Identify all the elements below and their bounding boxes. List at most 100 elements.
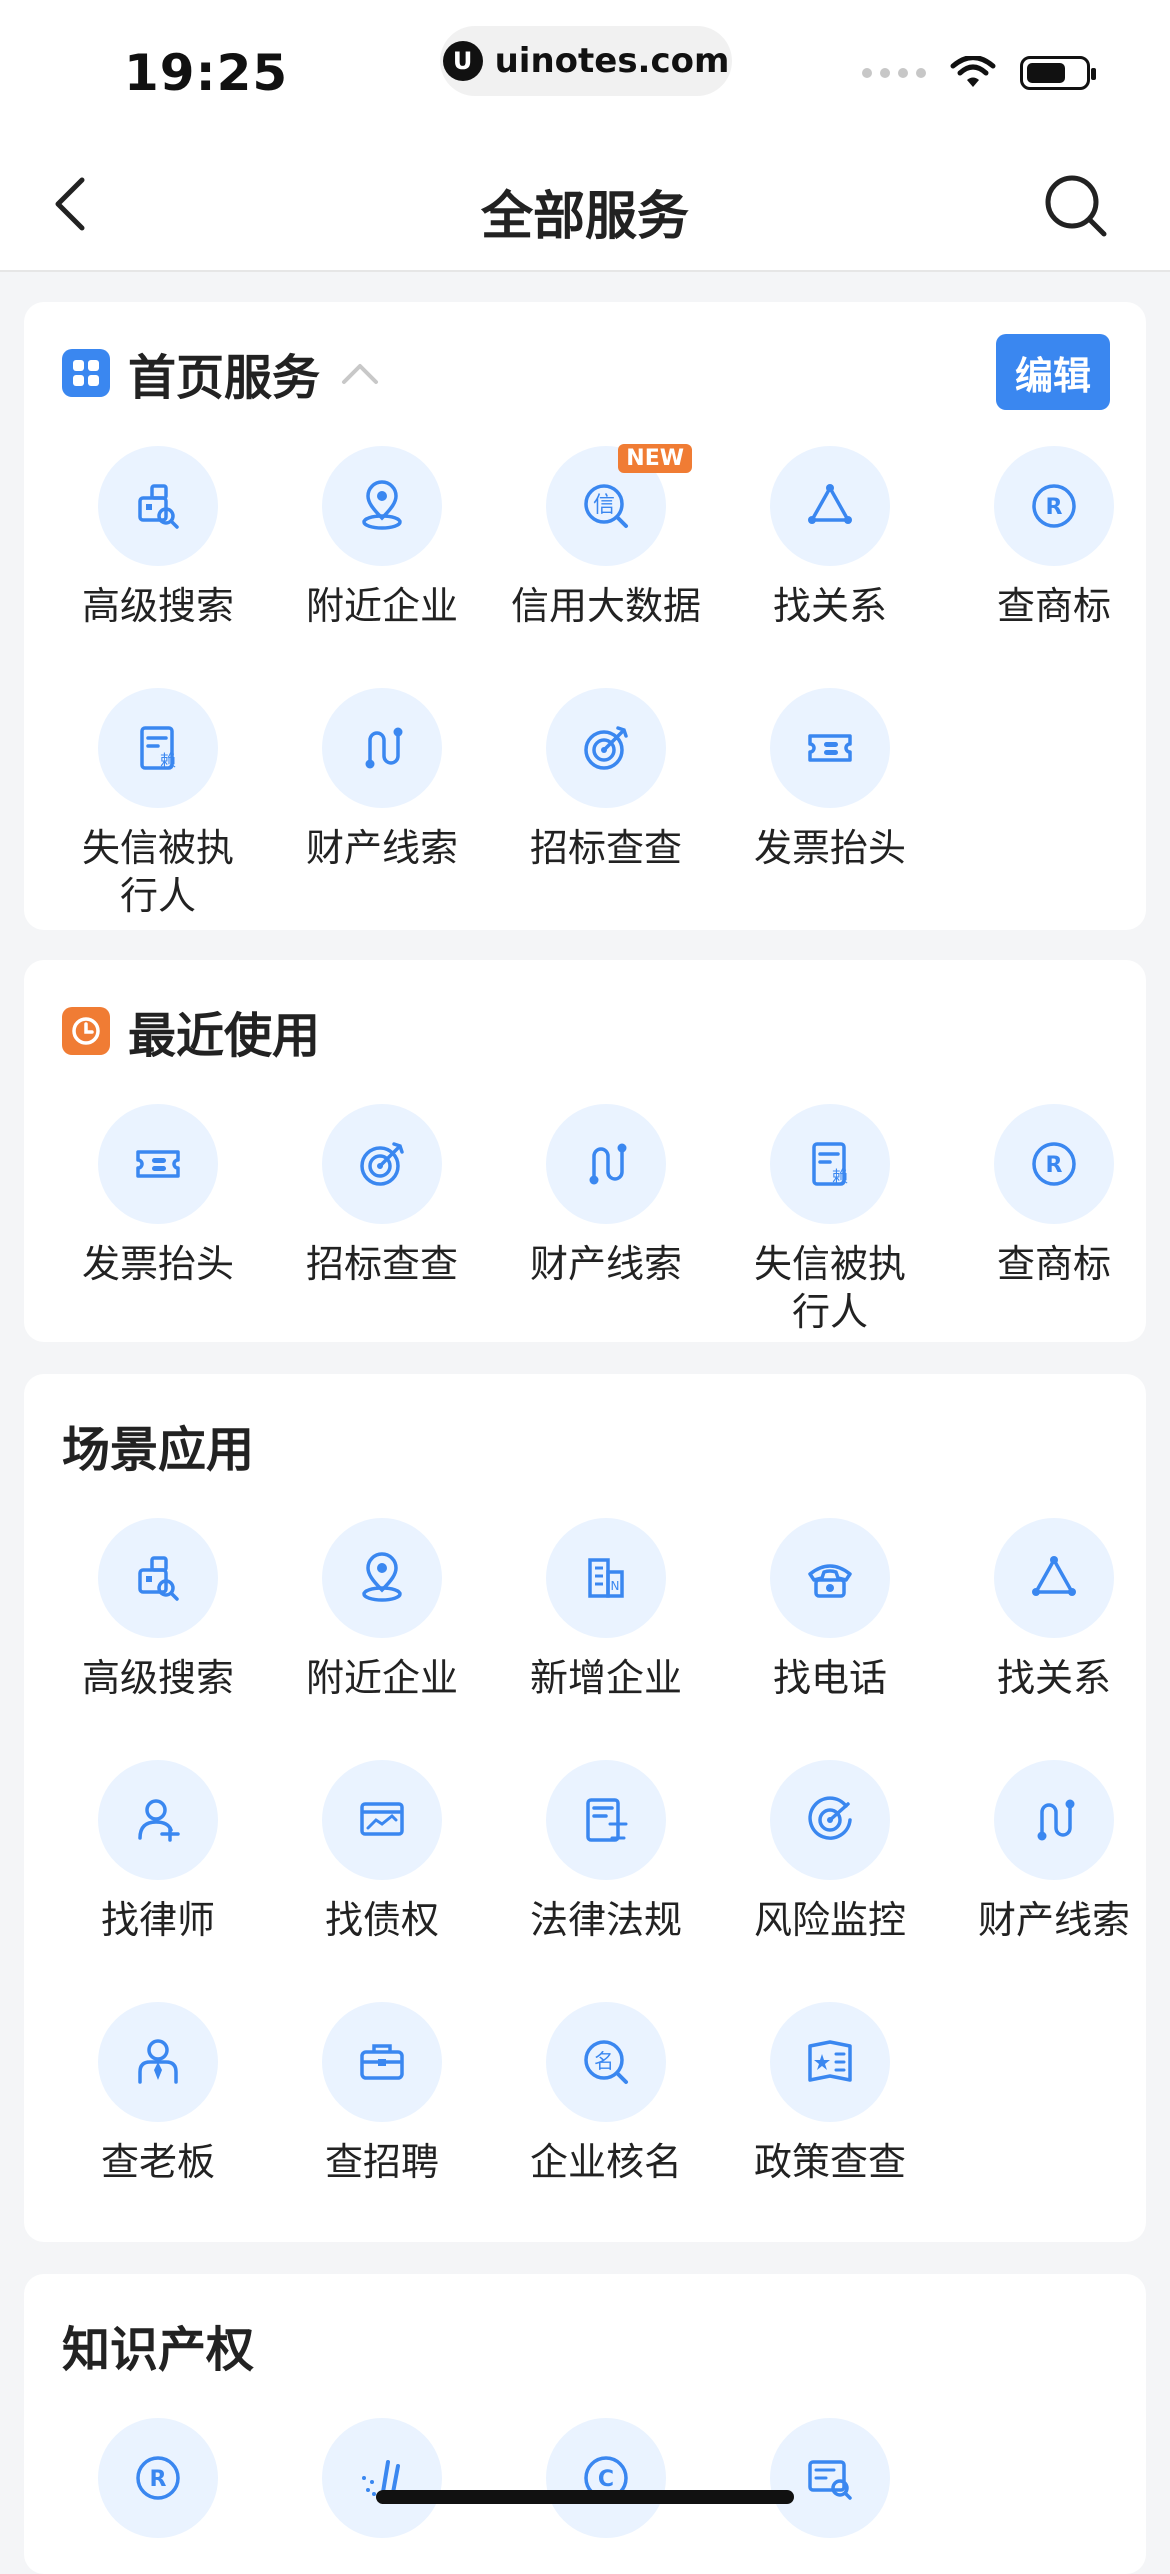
service-item[interactable]: 风险监控 [718,1760,942,1944]
home-indicator [376,2490,794,2504]
advanced-search-icon [138,484,179,529]
service-label: 企业核名 [529,2140,682,2184]
service-icon-bg [770,446,890,566]
name-check-icon: 名 [584,2040,628,2084]
service-label: 信用大数据 [510,584,701,628]
site-logo-icon: U [442,41,483,81]
service-item[interactable]: 赖失信被执 行人 [718,1104,942,1336]
service-item[interactable]: 发票抬头 [46,1104,270,1288]
relationship-icon [1032,1556,1076,1596]
service-icon-bg [322,446,442,566]
wifi-icon [950,56,996,87]
service-item[interactable] [718,2418,942,2538]
service-label: 找关系 [772,584,887,628]
service-icon-bg: 赖 [770,1104,890,1224]
law-icon [586,1798,628,1842]
status-time: 19:25 [124,44,289,102]
service-icon-bg [322,1760,442,1880]
service-icon-bg [322,1518,442,1638]
chevron-up-icon[interactable] [338,358,382,388]
credit-data-icon: 信 [584,484,628,528]
service-icon-bg [770,1760,890,1880]
service-label: 发票抬头 [753,826,906,870]
service-item[interactable]: 政策查查 [718,2002,942,2186]
service-item[interactable]: 发票抬头 [718,688,942,872]
service-item[interactable]: 找律师 [46,1760,270,1944]
service-item[interactable]: 找关系 [942,1518,1166,1702]
recent-header: 最近使用 [62,996,320,1066]
service-label: 财产线索 [977,1898,1130,1942]
service-item[interactable]: 附近企业 [270,446,494,630]
recent-card: 最近使用 发票抬头 招标查查 财产线索赖失信被执 行人 R 查商标 [24,960,1146,1342]
service-item[interactable]: 高级搜索 [46,1518,270,1702]
service-icon-bg [98,1104,218,1224]
service-label: 财产线索 [305,826,458,870]
service-item[interactable]: C [494,2418,718,2538]
risk-radar-icon [808,1796,852,1840]
service-icon-bg: R [994,446,1114,566]
service-item[interactable]: 名企业核名 [494,2002,718,2186]
apps-grid-icon [62,349,110,397]
home-services-title: 首页服务 [128,350,321,406]
ip-card: 知识产权 R C [24,2274,1146,2574]
battery-icon [1020,56,1096,90]
service-label: 查商标 [996,584,1111,628]
service-item[interactable]: 信 NEW 信用大数据 [494,444,718,630]
search-icon[interactable] [1044,174,1108,238]
asset-clue-icon [1037,1799,1075,1841]
service-icon-bg [546,688,666,808]
service-icon-bg: R [98,2418,218,2538]
edit-button[interactable]: 编辑 [996,334,1110,410]
service-icon-bg: R [994,1104,1114,1224]
service-item[interactable]: 财产线索 [494,1104,718,1288]
service-item[interactable]: 找电话 [718,1518,942,1702]
trademark-icon: R [1032,484,1076,528]
service-icon-bg [770,1518,890,1638]
bidding-target-icon [360,1142,404,1186]
service-item[interactable]: 财产线索 [942,1760,1166,1944]
service-item[interactable]: N 新增企业 [494,1518,718,1702]
policy-icon [808,2040,852,2082]
asset-clue-icon [589,1143,627,1185]
service-item[interactable]: 找债权 [270,1760,494,1944]
service-item[interactable]: 查老板 [46,2002,270,2186]
service-item[interactable]: 高级搜索 [46,446,270,630]
service-icon-bg: C [546,2418,666,2538]
asset-clue-icon [365,727,403,769]
svg-text:R: R [1046,1153,1063,1178]
service-icon-bg: 赖 [98,688,218,808]
service-label: 查老板 [100,2140,215,2184]
service-item[interactable]: 查招聘 [270,2002,494,2186]
service-item[interactable]: 招标查查 [270,1104,494,1288]
service-icon-bg [770,2418,890,2538]
service-item[interactable]: R [46,2418,270,2538]
service-item[interactable]: 财产线索 [270,688,494,872]
service-item[interactable]: 招标查查 [494,688,718,872]
dishonest-icon: 赖 [140,726,176,770]
service-item[interactable]: R 查商标 [942,446,1166,630]
service-icon-bg [322,2002,442,2122]
service-icon-bg [98,1760,218,1880]
recruit-icon [360,2044,404,2080]
service-icon-bg [994,1518,1114,1638]
service-item[interactable]: R 查商标 [942,1104,1166,1288]
clock-icon [62,1007,110,1055]
service-icon-bg [994,1760,1114,1880]
location-icon [362,480,402,530]
service-icon-bg [770,688,890,808]
bidding-target-icon [584,726,628,770]
service-icon-bg [98,2002,218,2122]
service-item[interactable]: 赖失信被执 行人 [46,688,270,920]
service-item[interactable] [270,2418,494,2538]
svg-text:N: N [611,1579,620,1593]
service-item[interactable]: 找关系 [718,446,942,630]
service-label: 新增企业 [529,1656,682,1700]
service-label: 高级搜索 [81,584,234,628]
service-icon-bg [546,1104,666,1224]
url-pill[interactable]: U uinotes.com [440,26,732,96]
svg-text:赖: 赖 [160,751,176,770]
service-label: 失信被执 行人 [81,826,234,918]
service-item[interactable]: 法律法规 [494,1760,718,1944]
service-item[interactable]: 附近企业 [270,1518,494,1702]
service-label: 政策查查 [753,2140,906,2184]
